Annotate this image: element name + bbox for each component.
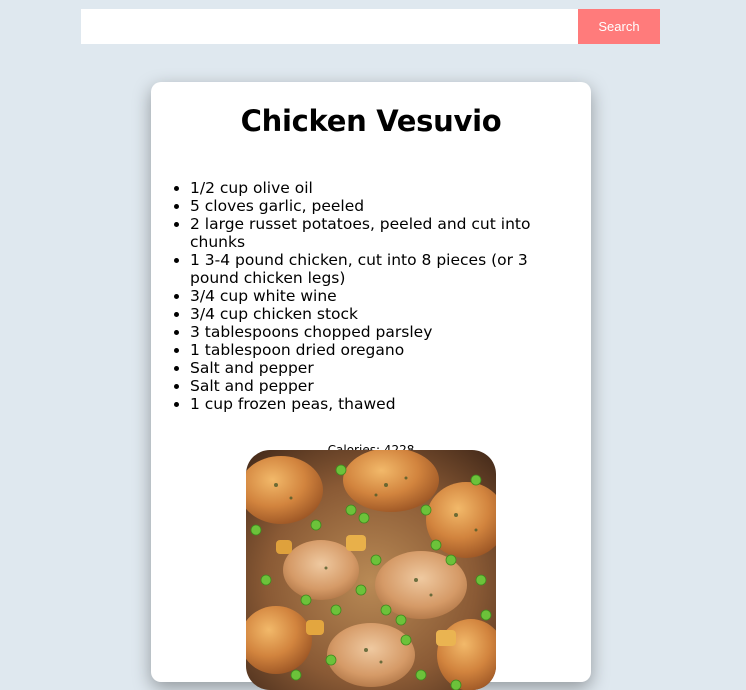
ingredient-item: 1 cup frozen peas, thawed [190,395,570,413]
recipe-title: Chicken Vesuvio [240,104,502,138]
search-input[interactable] [81,9,578,44]
ingredient-item: Salt and pepper [190,377,570,395]
recipe-photo-image [246,450,496,690]
ingredient-item: 3/4 cup white wine [190,287,570,305]
ingredient-item: 2 large russet potatoes, peeled and cut … [190,215,570,251]
ingredient-item: 1/2 cup olive oil [190,179,570,197]
ingredient-item: 1 tablespoon dried oregano [190,341,570,359]
ingredient-item: 5 cloves garlic, peeled [190,197,570,215]
ingredient-list: 1/2 cup olive oil 5 cloves garlic, peele… [151,179,570,413]
recipe-photo [246,450,496,690]
ingredient-item: 3/4 cup chicken stock [190,305,570,323]
ingredient-item: Salt and pepper [190,359,570,377]
recipe-card: Chicken Vesuvio 1/2 cup olive oil 5 clov… [151,82,591,690]
ingredient-item: 1 3-4 pound chicken, cut into 8 pieces (… [190,251,570,287]
ingredient-item: 3 tablespoons chopped parsley [190,323,570,341]
search-bar: Search [81,9,660,44]
search-button[interactable]: Search [578,9,660,44]
